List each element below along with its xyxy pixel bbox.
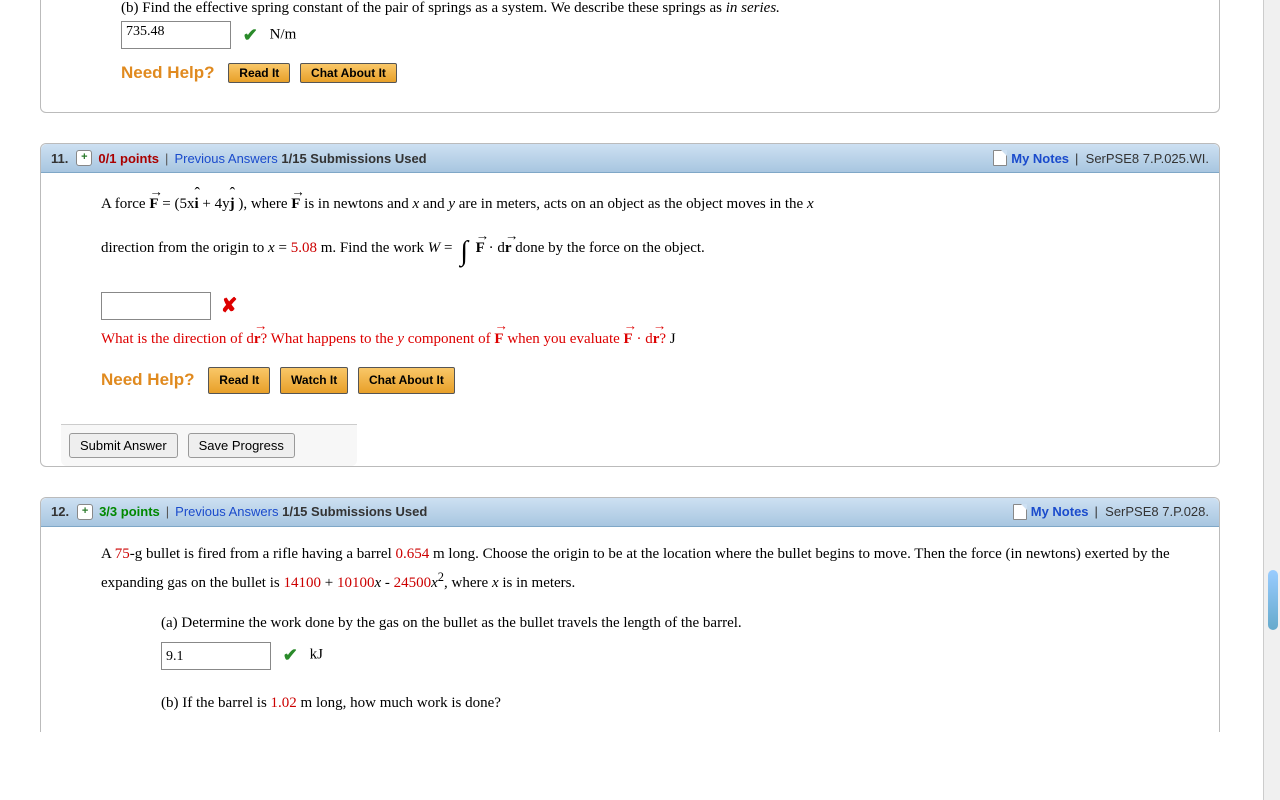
q10-answer-input[interactable]: 735.48 <box>121 21 231 49</box>
q12-body: A 75-g bullet is fired from a rifle havi… <box>41 527 1219 732</box>
scrollbar[interactable] <box>1263 0 1280 800</box>
need-help-label: Need Help? <box>121 63 215 82</box>
read-it-button[interactable]: Read It <box>208 367 270 393</box>
check-icon: ✔ <box>243 25 258 45</box>
q12-reference: SerPSE8 7.P.028. <box>1105 504 1209 519</box>
q10-part-b-text: (b) Find the effective spring constant o… <box>121 0 1199 17</box>
read-it-button[interactable]: Read It <box>228 63 290 83</box>
q11-submit-bar: Submit Answer Save Progress <box>61 424 357 466</box>
cross-icon: ✘ <box>221 295 238 317</box>
previous-answers-link[interactable]: Previous Answers <box>174 151 277 166</box>
note-icon <box>993 150 1007 166</box>
my-notes-link[interactable]: My Notes <box>1031 504 1089 519</box>
q11-points: 0/1 points <box>98 151 159 166</box>
need-help-label: Need Help? <box>101 370 195 389</box>
note-icon <box>1013 504 1027 520</box>
q11-xvalue: 5.08 <box>291 240 317 256</box>
q12-submissions: 1/15 Submissions Used <box>282 504 427 519</box>
my-notes-link[interactable]: My Notes <box>1011 151 1069 166</box>
q11-submissions: 1/15 Submissions Used <box>281 151 426 166</box>
q10-unit: N/m <box>270 26 297 42</box>
q12-answer-a-input[interactable]: 9.1 <box>161 642 271 670</box>
q11-hint: What is the direction of dr? What happen… <box>101 327 1199 353</box>
expand-icon[interactable]: + <box>76 150 92 166</box>
submit-answer-button[interactable]: Submit Answer <box>69 433 178 458</box>
chat-about-it-button[interactable]: Chat About It <box>300 63 397 83</box>
save-progress-button[interactable]: Save Progress <box>188 433 295 458</box>
q12-unit-a: kJ <box>310 647 323 663</box>
question-12: 12. + 3/3 points | Previous Answers 1/15… <box>40 497 1220 732</box>
q11-number: 11. <box>51 151 68 166</box>
watch-it-button[interactable]: Watch It <box>280 367 348 393</box>
q12-part-a-text: (a) Determine the work done by the gas o… <box>161 611 1199 637</box>
q12-points: 3/3 points <box>99 504 160 519</box>
check-icon: ✔ <box>283 645 298 665</box>
q12-header: 12. + 3/3 points | Previous Answers 1/15… <box>41 498 1219 527</box>
q12-part-b-text: (b) If the barrel is 1.02 m long, how mu… <box>161 691 1199 717</box>
q12-number: 12. <box>51 504 69 519</box>
question-10-partial: (b) Find the effective spring constant o… <box>40 0 1220 113</box>
scroll-thumb[interactable] <box>1268 570 1278 630</box>
q11-body: A force F = (5xi + 4yj ), where F is in … <box>41 173 1219 424</box>
q11-answer-input[interactable] <box>101 292 211 320</box>
expand-icon[interactable]: + <box>77 504 93 520</box>
chat-about-it-button[interactable]: Chat About It <box>358 367 455 393</box>
q11-header: 11. + 0/1 points | Previous Answers 1/15… <box>41 144 1219 173</box>
question-11: 11. + 0/1 points | Previous Answers 1/15… <box>40 143 1220 467</box>
q11-reference: SerPSE8 7.P.025.WI. <box>1086 151 1209 166</box>
previous-answers-link[interactable]: Previous Answers <box>175 504 278 519</box>
